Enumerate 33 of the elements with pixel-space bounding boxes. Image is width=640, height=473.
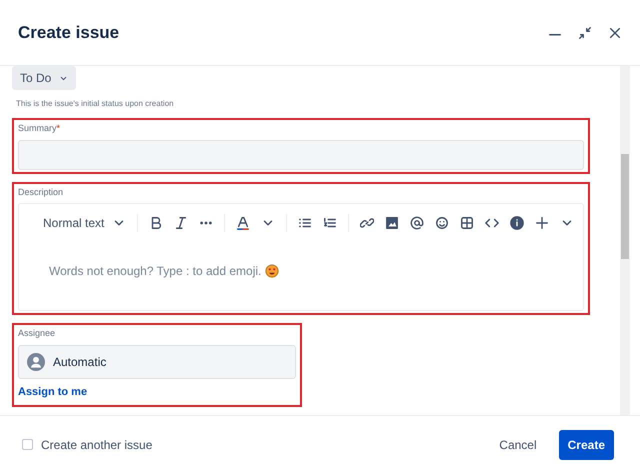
checkbox-label[interactable]: Create another issue [41, 436, 152, 454]
assign-to-me-link[interactable]: Assign to me [18, 384, 88, 400]
assignee-select[interactable]: Automatic [18, 344, 296, 378]
create-button[interactable]: Create [558, 430, 614, 460]
field-label: Description [18, 186, 64, 199]
image-icon[interactable] [385, 216, 400, 230]
numbered-list-icon[interactable] [323, 216, 338, 230]
code-icon[interactable] [485, 216, 500, 230]
collapse-icon[interactable] [578, 26, 592, 40]
close-icon[interactable] [608, 26, 622, 40]
checkbox[interactable] [22, 439, 33, 450]
heart-eyes-emoji-icon [265, 264, 280, 278]
avatar-icon [27, 352, 45, 370]
italic-icon[interactable] [174, 216, 188, 230]
text-color-icon[interactable] [236, 216, 250, 230]
text-style-dropdown[interactable]: Normal text [43, 214, 126, 232]
bold-icon[interactable] [149, 216, 164, 230]
field-label: Assignee [18, 327, 56, 340]
table-icon[interactable] [460, 216, 474, 230]
status-dropdown[interactable]: To Do [12, 66, 76, 90]
scrollbar[interactable] [620, 66, 630, 415]
bullet-list-icon[interactable] [298, 216, 312, 230]
plus-icon[interactable] [535, 216, 550, 230]
at-icon[interactable] [410, 216, 424, 230]
field-label: Summary* [18, 122, 62, 135]
link-icon[interactable] [360, 216, 374, 230]
info-icon[interactable] [510, 216, 524, 230]
cancel-button[interactable]: Cancel [493, 434, 543, 454]
summary-field[interactable] [18, 140, 584, 170]
editor-placeholder[interactable]: Words not enough? Type : to add emoji. [49, 262, 262, 280]
emoji-icon[interactable] [435, 216, 450, 230]
helper-text: This is the issue's initial status upon creation [16, 98, 175, 110]
dialog-title: Create issue [18, 22, 120, 44]
